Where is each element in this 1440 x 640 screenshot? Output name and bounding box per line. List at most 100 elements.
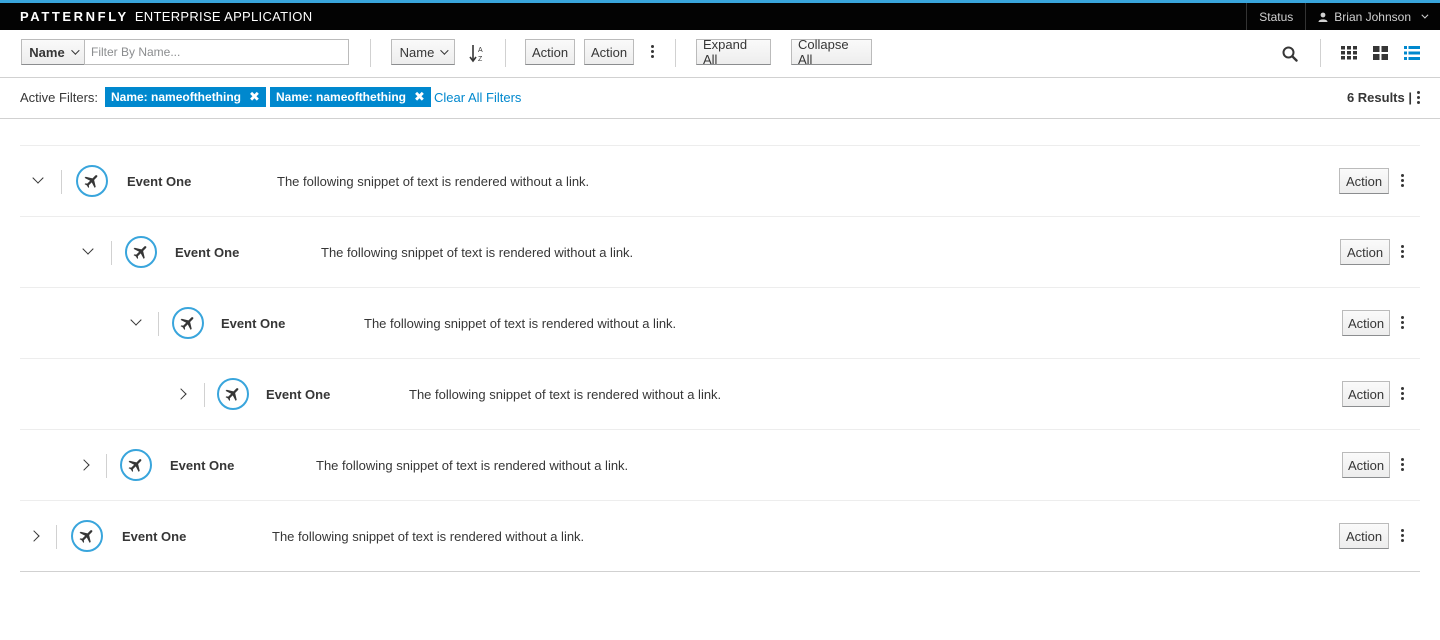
results-count: 6 Results | (1346, 90, 1412, 105)
filter-chip-label: Name: nameofthething (111, 90, 242, 104)
kebab-icon[interactable] (1416, 91, 1420, 104)
divider (158, 312, 159, 336)
row-action-label: Action (1345, 173, 1383, 189)
event-name: Event One (221, 316, 286, 331)
filter-input[interactable] (84, 39, 349, 65)
card-view-icon[interactable] (1341, 46, 1357, 63)
kebab-icon[interactable] (1400, 316, 1404, 329)
toolbar-divider (505, 39, 506, 67)
row-action-button[interactable]: Action (1340, 239, 1390, 265)
kebab-icon[interactable] (1400, 245, 1404, 258)
action-button-2-label: Action (590, 44, 628, 60)
plane-icon (217, 378, 249, 410)
kebab-icon[interactable] (1400, 387, 1404, 400)
toolbar-divider (370, 39, 371, 67)
kebab-icon[interactable] (1400, 174, 1404, 187)
list-view-icon[interactable] (1404, 46, 1420, 63)
row-action-button[interactable]: Action (1342, 381, 1390, 407)
chevron-right-icon[interactable] (175, 388, 187, 400)
svg-text:A: A (478, 47, 483, 54)
collapse-all-label: Collapse All (798, 37, 849, 67)
chevron-right-icon[interactable] (28, 530, 40, 542)
user-menu[interactable]: Brian Johnson (1305, 3, 1440, 30)
chevron-down-icon[interactable] (82, 243, 94, 255)
plane-icon (120, 449, 152, 481)
kebab-icon[interactable] (1400, 458, 1404, 471)
event-description: The following snippet of text is rendere… (321, 245, 634, 260)
row-action-button[interactable]: Action (1339, 523, 1389, 549)
chevron-down-icon (1421, 11, 1429, 19)
close-icon[interactable]: ✖ (414, 89, 425, 105)
row-action-label: Action (1347, 386, 1385, 402)
list-item: Event One The following snippet of text … (20, 146, 1420, 217)
tree-list-view: Event One The following snippet of text … (20, 145, 1420, 572)
list-item: Event One The following snippet of text … (20, 217, 1420, 288)
list-item: Event One The following snippet of text … (20, 501, 1420, 572)
chevron-right-icon[interactable] (78, 459, 90, 471)
filter-field-label: Name (29, 44, 65, 60)
toolbar: Name Name A Z Action Action Expand All C… (0, 30, 1440, 78)
search-icon[interactable] (1282, 46, 1298, 65)
row-action-button[interactable]: Action (1342, 310, 1390, 336)
filter-field-dropdown[interactable]: Name (21, 39, 85, 65)
divider (106, 454, 107, 478)
event-name: Event One (175, 245, 240, 260)
event-description: The following snippet of text is rendere… (364, 316, 677, 331)
chevron-down-icon (70, 46, 80, 55)
event-description: The following snippet of text is rendere… (316, 458, 629, 473)
list-item: Event One The following snippet of text … (20, 430, 1420, 501)
chevron-down-icon (440, 46, 450, 55)
row-action-label: Action (1345, 528, 1383, 544)
action-button-1-label: Action (531, 44, 569, 60)
svg-text:Z: Z (478, 56, 483, 63)
masthead-utility-nav: Status Brian Johnson (1246, 3, 1440, 30)
event-name: Event One (170, 458, 235, 473)
list-item: Event One The following snippet of text … (20, 359, 1420, 430)
brand-subtitle: ENTERPRISE APPLICATION (134, 9, 313, 24)
row-action-label: Action (1346, 244, 1384, 260)
expand-all-button[interactable]: Expand All (696, 37, 771, 67)
clear-all-filters-link[interactable]: Clear All Filters (434, 90, 521, 105)
action-button-1[interactable]: Action (525, 39, 575, 65)
event-name: Event One (127, 174, 192, 189)
divider (61, 170, 62, 194)
toolbar-divider (1320, 39, 1321, 67)
close-icon[interactable]: ✖ (249, 89, 260, 105)
status-label: Status (1259, 9, 1294, 24)
plane-icon (76, 165, 108, 197)
filter-chip: Name: nameofthething ✖ (270, 87, 431, 107)
event-description: The following snippet of text is rendere… (272, 529, 585, 544)
divider (56, 525, 57, 549)
brand-logo[interactable]: PATTERNFLY ENTERPRISE APPLICATION (20, 9, 312, 25)
plane-icon (71, 520, 103, 552)
active-filters-bar: Active Filters: Name: nameofthething ✖ N… (0, 78, 1440, 119)
masthead: PATTERNFLY ENTERPRISE APPLICATION Status … (0, 0, 1440, 30)
event-description: The following snippet of text is rendere… (409, 387, 722, 402)
filter-chip-label: Name: nameofthething (276, 90, 407, 104)
action-button-2[interactable]: Action (584, 39, 634, 65)
sort-field-label: Name (399, 44, 435, 60)
chevron-down-icon[interactable] (32, 172, 44, 184)
row-action-label: Action (1347, 315, 1385, 331)
plane-icon (125, 236, 157, 268)
kebab-icon[interactable] (1400, 529, 1404, 542)
status-link[interactable]: Status (1246, 3, 1305, 30)
sort-field-dropdown[interactable]: Name (391, 39, 455, 65)
row-action-button[interactable]: Action (1342, 452, 1390, 478)
sort-alpha-icon[interactable]: A Z (469, 44, 485, 67)
list-item: Event One The following snippet of text … (20, 288, 1420, 359)
user-icon (1318, 12, 1328, 22)
collapse-all-button[interactable]: Collapse All (791, 37, 872, 67)
kebab-icon[interactable] (650, 45, 654, 58)
user-name: Brian Johnson (1334, 9, 1411, 24)
active-filters-label: Active Filters: (20, 90, 99, 105)
event-description: The following snippet of text is rendere… (277, 174, 590, 189)
row-action-button[interactable]: Action (1339, 168, 1389, 194)
small-card-view-icon[interactable] (1373, 46, 1388, 63)
row-action-label: Action (1347, 457, 1385, 473)
divider (204, 383, 205, 407)
chevron-down-icon[interactable] (130, 314, 142, 326)
event-name: Event One (266, 387, 331, 402)
event-name: Event One (122, 529, 187, 544)
divider (111, 241, 112, 265)
